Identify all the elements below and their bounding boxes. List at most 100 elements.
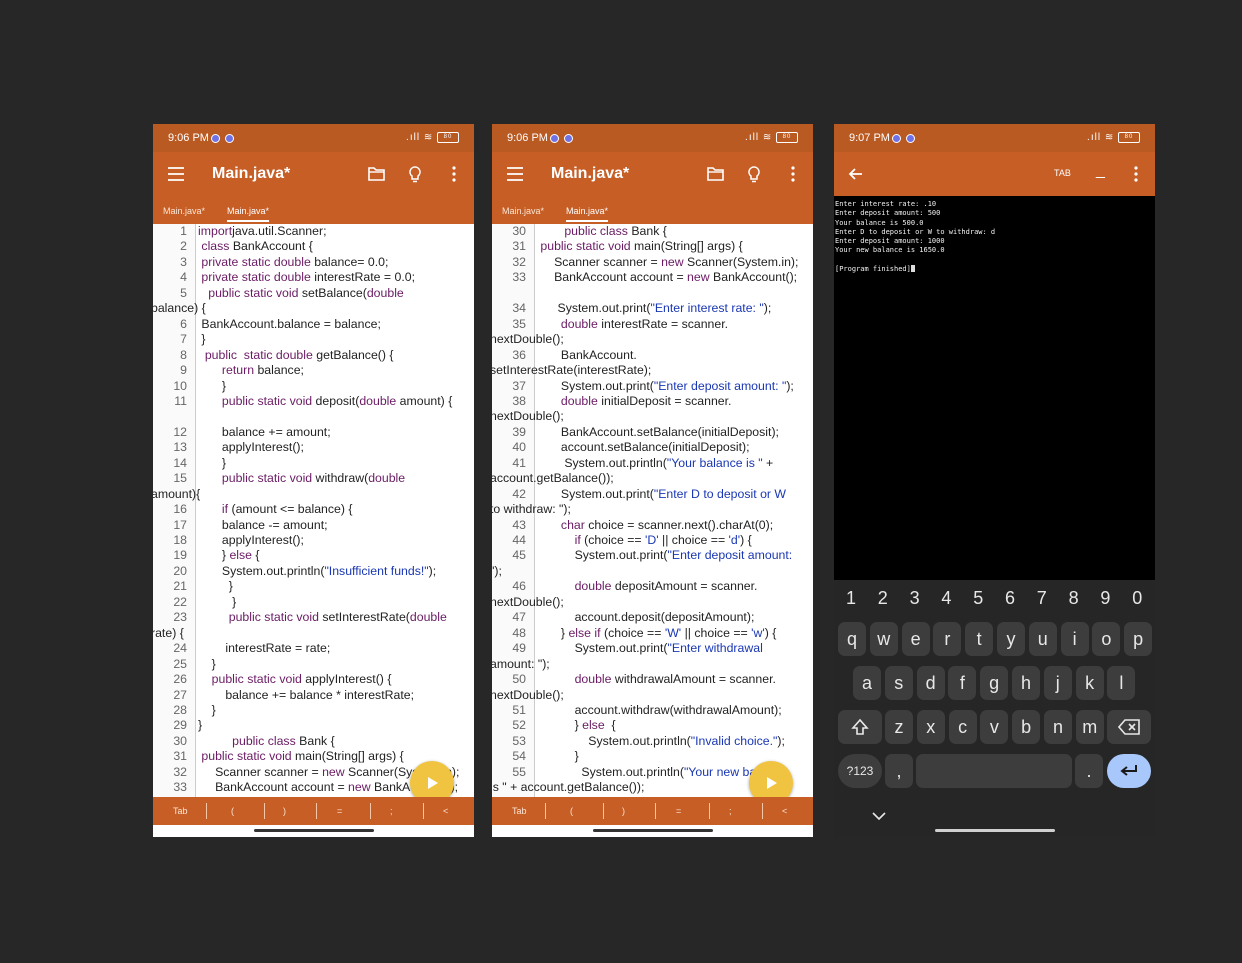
letter-key[interactable]: z (885, 710, 913, 744)
more-options-icon[interactable] (1122, 160, 1150, 188)
status-time: 9:06 PM (168, 132, 209, 144)
letter-key[interactable]: q (838, 622, 866, 656)
symbol-key[interactable]: ; (390, 806, 393, 816)
letter-key[interactable]: e (901, 622, 930, 656)
hamburger-menu-icon[interactable] (162, 160, 190, 188)
letter-key[interactable]: t (965, 622, 994, 656)
letter-key[interactable]: g (980, 666, 1009, 700)
back-arrow-icon[interactable] (842, 160, 870, 188)
letter-key[interactable]: b (1012, 710, 1041, 744)
folder-icon[interactable] (701, 160, 729, 188)
hamburger-menu-icon[interactable] (501, 160, 529, 188)
letter-key[interactable]: d (916, 666, 945, 700)
letter-key[interactable]: u (1028, 622, 1057, 656)
terminal-output[interactable]: Enter interest rate: .10 Enter deposit am… (834, 196, 1155, 584)
letter-key[interactable]: y (997, 622, 1025, 656)
letter-key[interactable]: p (1124, 622, 1153, 656)
number-key[interactable]: 6 (1005, 588, 1015, 609)
symbol-key[interactable]: < (443, 806, 448, 816)
shift-key[interactable] (838, 710, 882, 744)
symbol-key[interactable]: ( (570, 806, 573, 816)
line-number: 33 (173, 780, 187, 795)
letter-key[interactable]: j (1043, 666, 1072, 700)
code-text: rate) { (153, 625, 184, 640)
symbol-key[interactable]: ) (622, 806, 625, 816)
letter-key[interactable]: w (869, 622, 898, 656)
letter-key[interactable]: r (933, 622, 962, 656)
letter-key[interactable]: s (884, 666, 913, 700)
code-token: } (198, 718, 203, 733)
code-token: applyInterest(); (198, 440, 304, 455)
letter-key[interactable]: c (948, 710, 977, 744)
symbol-key[interactable]: Tab (173, 806, 188, 816)
code-token: account.setBalance(initialDeposit); (537, 440, 750, 455)
folder-icon[interactable] (362, 160, 390, 188)
line-number: 44 (512, 533, 526, 547)
letter-key[interactable]: k (1075, 666, 1104, 700)
editor-screen-2: 9:06 PM .ıll ≋ 80 Main.java* Main.java* Main… (492, 124, 813, 837)
number-key[interactable]: 2 (878, 588, 888, 609)
letter-key[interactable]: i (1060, 622, 1089, 656)
code-editor[interactable]: 30 public class Bank {31 public static v… (492, 224, 813, 797)
home-indicator[interactable] (253, 829, 374, 832)
number-key[interactable]: 4 (941, 588, 951, 609)
number-key[interactable]: 9 (1100, 588, 1110, 609)
code-keyword: double (409, 610, 447, 625)
file-tab-active[interactable]: Main.java* (227, 206, 270, 222)
code-text: amount){ (153, 486, 201, 501)
letter-key[interactable]: o (1092, 622, 1121, 656)
symbols-key[interactable]: ?123 (838, 754, 882, 788)
symbol-key[interactable]: < (782, 806, 787, 816)
code-keyword: public static void (198, 285, 299, 300)
file-tab[interactable]: Main.java* (163, 206, 205, 216)
home-indicator[interactable] (592, 829, 713, 832)
code-token: } (537, 749, 579, 764)
period-key[interactable]: . (1075, 754, 1103, 788)
number-key[interactable]: 0 (1132, 588, 1142, 609)
symbol-key[interactable]: ; (729, 806, 732, 816)
more-options-icon[interactable] (779, 160, 807, 188)
lightbulb-icon[interactable] (401, 160, 429, 188)
number-key[interactable]: 7 (1037, 588, 1047, 609)
code-text: } else { (198, 548, 472, 562)
file-title: Main.java* (551, 165, 630, 182)
symbol-key[interactable]: = (676, 806, 681, 816)
number-key[interactable]: 5 (973, 588, 983, 609)
file-tab[interactable]: Main.java* (502, 206, 544, 216)
letter-key[interactable]: h (1012, 666, 1040, 700)
number-key[interactable]: 1 (846, 588, 856, 609)
letter-key[interactable]: x (916, 710, 945, 744)
letter-key[interactable]: a (853, 666, 881, 700)
tab-key-button[interactable]: TAB (1054, 168, 1071, 178)
letter-key[interactable]: n (1044, 710, 1072, 744)
symbol-key[interactable]: Tab (512, 806, 527, 816)
letter-key[interactable]: v (980, 710, 1009, 744)
backspace-key[interactable] (1107, 710, 1151, 744)
code-editor[interactable]: 1 importjava.util.Scanner; 2 class BankAcc… (153, 224, 474, 797)
lightbulb-icon[interactable] (740, 160, 768, 188)
underscore-key-button[interactable]: _ (1096, 162, 1105, 180)
file-tab-active[interactable]: Main.java* (566, 206, 609, 222)
enter-key[interactable] (1107, 754, 1151, 788)
more-options-icon[interactable] (440, 160, 468, 188)
code-string: 'W' (664, 625, 682, 640)
letter-key[interactable]: l (1107, 666, 1136, 700)
home-indicator[interactable] (934, 829, 1055, 832)
letter-key[interactable]: m (1075, 710, 1104, 744)
keyboard-hide-icon[interactable] (872, 808, 892, 822)
editor-toolbar: Main.java* (153, 152, 474, 196)
code-keyword: else if (568, 625, 601, 640)
symbol-key[interactable]: ( (231, 806, 234, 816)
number-key[interactable]: 8 (1069, 588, 1079, 609)
code-text: System.out.println("Insufficient funds!"… (198, 564, 472, 578)
space-bar[interactable] (916, 754, 1072, 788)
symbol-key[interactable]: ) (283, 806, 286, 816)
code-keyword: double (359, 393, 397, 408)
letter-key[interactable]: f (948, 666, 977, 700)
comma-key[interactable]: , (885, 754, 913, 788)
symbol-key[interactable]: = (337, 806, 342, 816)
code-string: "Enter deposit amount: (667, 548, 793, 563)
code-text: public static void main(String[] args) { (537, 239, 811, 253)
number-key[interactable]: 3 (910, 588, 920, 609)
code-text: public class Bank { (198, 734, 472, 748)
